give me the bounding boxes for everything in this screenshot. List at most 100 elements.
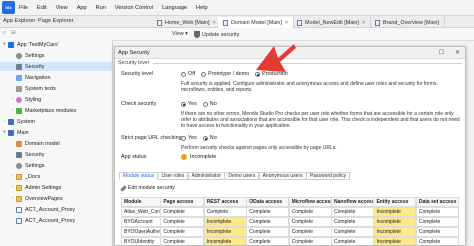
tree-item[interactable]: Settings bbox=[0, 51, 44, 60]
column-header[interactable]: Module bbox=[121, 197, 161, 207]
menu-language[interactable]: Language bbox=[162, 5, 187, 11]
search-icon[interactable]: ⌕ bbox=[3, 30, 6, 37]
column-header[interactable]: OData access bbox=[246, 197, 290, 207]
status-cell: Complete bbox=[160, 237, 205, 245]
chevron-right-icon[interactable]: › bbox=[10, 174, 15, 179]
radio-off[interactable]: Off bbox=[181, 71, 195, 77]
status-cell: Complete bbox=[288, 227, 332, 237]
tree-item-label: Settings bbox=[25, 162, 45, 169]
view-dropdown[interactable]: View ▾ bbox=[172, 31, 188, 37]
doc-tab-domain-model[interactable]: Domain Model [Main] × bbox=[218, 17, 295, 28]
table-row[interactable]: BYOUIdentity Complete Incomplete Complete Co… bbox=[121, 237, 461, 245]
menu-run[interactable]: Run bbox=[96, 5, 106, 11]
radio-button[interactable] bbox=[202, 101, 208, 107]
menu-help[interactable]: Help bbox=[196, 5, 208, 11]
tab-anonymous-users[interactable]: Anonymous users bbox=[258, 172, 307, 180]
tree-item[interactable]: › OverviewPages bbox=[0, 194, 63, 203]
lock-icon bbox=[16, 63, 22, 70]
chevron-down-icon[interactable]: ▾ bbox=[2, 42, 7, 47]
tree-item-label: OverviewPages bbox=[25, 195, 63, 202]
tree-item[interactable]: Domain model bbox=[0, 139, 60, 148]
security-subtabs: Module status User roles Administrator D… bbox=[119, 172, 351, 180]
doc-tab-model-newedit[interactable]: Model_NewEdit [Main] × bbox=[292, 17, 372, 28]
table-row[interactable]: Atlas_Web_Conte...CompleteCompleteComple… bbox=[121, 207, 461, 217]
column-header[interactable]: Nanoflow access bbox=[331, 197, 375, 207]
tab-app-explorer[interactable]: App Explorer bbox=[3, 18, 35, 24]
pencil-icon bbox=[120, 184, 127, 192]
close-icon[interactable]: × bbox=[362, 20, 365, 26]
tree-item[interactable]: Security bbox=[0, 150, 44, 159]
chevron-right-icon[interactable]: › bbox=[2, 119, 7, 124]
menu-view[interactable]: View bbox=[56, 5, 68, 11]
tree-item[interactable]: Security bbox=[0, 62, 112, 71]
tree-item[interactable]: › _Docs bbox=[0, 172, 40, 181]
app-status-label: App status bbox=[121, 154, 147, 160]
table-row[interactable]: BYOAccount Complete Incomplete Complete Comp… bbox=[121, 217, 461, 227]
radio-button-selected[interactable] bbox=[181, 101, 186, 107]
tab-administrator[interactable]: Administrator bbox=[187, 172, 226, 180]
tree-item[interactable]: › Marketplace modules bbox=[0, 106, 76, 115]
tree-item[interactable]: › Admin Settings bbox=[0, 183, 61, 192]
tree-item[interactable]: › System bbox=[0, 117, 35, 126]
tab-page-explorer[interactable]: Page Explorer bbox=[38, 18, 73, 24]
tree-item[interactable]: Navigation bbox=[0, 73, 50, 82]
column-header[interactable]: Microflow access bbox=[288, 197, 332, 207]
status-cell: Complete bbox=[246, 217, 290, 227]
radio-check-yes[interactable]: Yes bbox=[181, 101, 197, 107]
tab-demo-users[interactable]: Demo users bbox=[224, 172, 260, 180]
styling-icon bbox=[16, 96, 22, 103]
radio-check-no[interactable]: No bbox=[202, 101, 217, 107]
app-icon bbox=[8, 41, 14, 48]
chevron-down-icon[interactable]: ▾ bbox=[2, 130, 7, 135]
menu-file[interactable]: File bbox=[19, 5, 28, 11]
menu-version-control[interactable]: Version Control bbox=[115, 5, 153, 11]
menu-app[interactable]: App bbox=[77, 5, 87, 11]
close-icon[interactable]: × bbox=[285, 20, 288, 26]
radio-button[interactable] bbox=[181, 135, 186, 141]
table-row[interactable]: BYOOpenAuthen...CompleteIncompleteComple… bbox=[121, 227, 461, 237]
tab-module-status[interactable]: Module status bbox=[119, 172, 159, 180]
tree-item[interactable]: ACT_Account_Proxy bbox=[0, 205, 75, 214]
edit-module-security-button[interactable]: Edit module security bbox=[120, 184, 175, 192]
tree-item[interactable]: › Styling bbox=[0, 95, 41, 104]
radio-strict-yes[interactable]: Yes bbox=[181, 135, 197, 141]
column-header[interactable]: Entity access bbox=[373, 197, 417, 207]
chevron-right-icon[interactable]: › bbox=[10, 97, 15, 102]
radio-button-selected[interactable] bbox=[202, 135, 208, 141]
update-security-button[interactable]: Update security bbox=[193, 30, 239, 38]
annotation-arrow bbox=[256, 44, 296, 72]
tree-item[interactable]: System texts bbox=[0, 84, 56, 93]
tree-item-label: Main bbox=[17, 129, 29, 136]
radio-prototype-demo[interactable]: Prototype / demo bbox=[201, 71, 249, 77]
tab-password-policy[interactable]: Password policy bbox=[305, 172, 351, 180]
tab-user-roles[interactable]: User roles bbox=[157, 172, 189, 180]
column-header[interactable]: Data set access bbox=[415, 197, 459, 207]
radio-button[interactable] bbox=[181, 71, 186, 77]
menu-edit[interactable]: Edit bbox=[37, 5, 47, 11]
close-icon[interactable]: × bbox=[213, 20, 216, 26]
chevron-right-icon[interactable]: › bbox=[10, 196, 15, 201]
check-security-description: If there are no other errors, Mendix Stu… bbox=[181, 111, 460, 130]
chevron-right-icon[interactable]: › bbox=[10, 185, 15, 190]
tree-item[interactable]: ▾ Main bbox=[0, 128, 29, 137]
doc-tab-brand-overview[interactable]: Brand_Overview [Main] bbox=[370, 17, 446, 28]
maximize-icon[interactable]: ☐ bbox=[439, 49, 444, 56]
chevron-right-icon[interactable]: › bbox=[10, 108, 15, 113]
table-header-row: Module Page access REST access OData access… bbox=[121, 197, 461, 207]
radio-strict-no[interactable]: No bbox=[202, 135, 217, 141]
gear-icon bbox=[16, 52, 22, 59]
tree-item-label: Security bbox=[25, 63, 45, 70]
tree-item[interactable]: Settings bbox=[0, 161, 44, 170]
status-cell: Incomplete bbox=[373, 207, 417, 217]
collapse-all-icon[interactable]: ⊟ bbox=[11, 30, 16, 36]
column-header[interactable]: REST access bbox=[203, 197, 247, 207]
tree-item[interactable]: ▾ App 'TestMyCars' bbox=[0, 40, 59, 49]
doc-tab-home-web[interactable]: Home_Web [Main] × bbox=[152, 17, 222, 28]
column-header[interactable]: Page access bbox=[160, 197, 205, 207]
close-icon[interactable]: ✕ bbox=[455, 49, 460, 56]
tree-item[interactable]: ACT_Account_Proxy bbox=[0, 216, 75, 225]
shield-icon bbox=[193, 30, 200, 38]
module-name-cell: BYOAccount bbox=[121, 217, 161, 227]
tree-item-label: Admin Settings bbox=[25, 184, 62, 191]
radio-button[interactable] bbox=[201, 71, 207, 77]
